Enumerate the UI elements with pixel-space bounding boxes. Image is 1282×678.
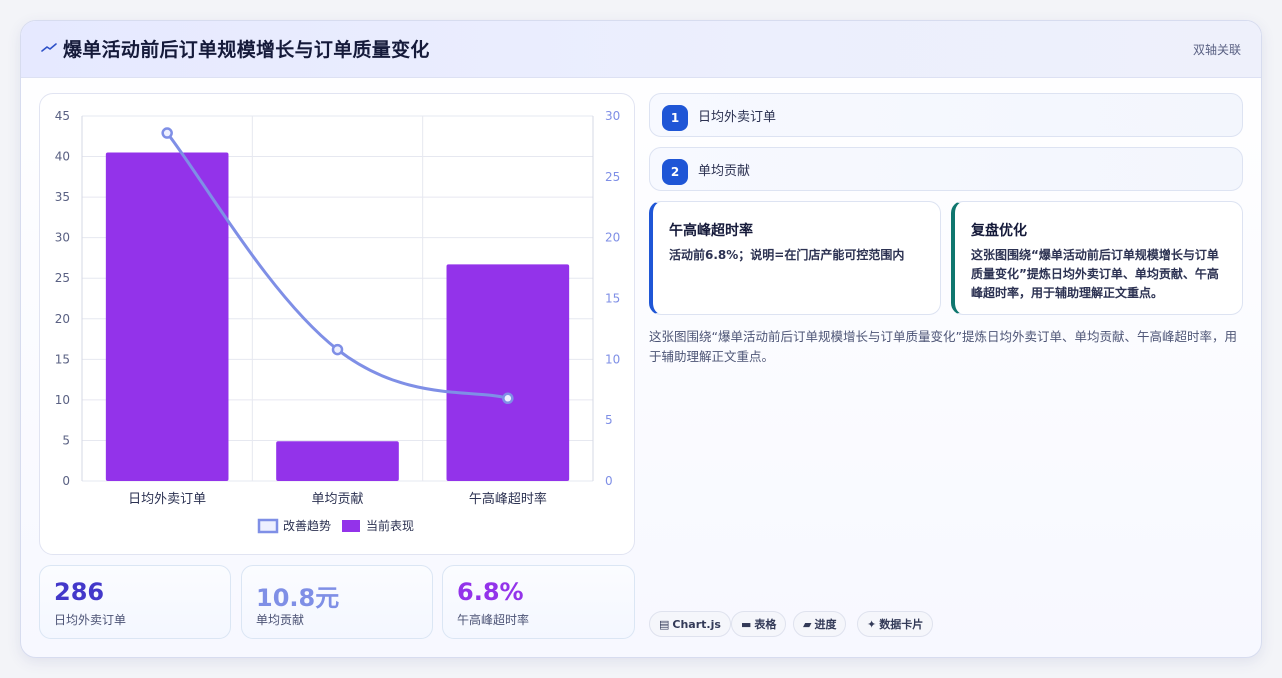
y-right-tick-label: 30 <box>605 109 620 123</box>
progress-icon: ▰ <box>803 618 812 631</box>
x-tick-label: 单均贡献 <box>311 492 363 507</box>
y-right-tick-label: 25 <box>605 170 620 184</box>
y-right-tick-label: 5 <box>605 413 613 427</box>
stat-card-orders: 286 日均外卖订单 <box>39 565 231 639</box>
info-card-timeout: 午高峰超时率 活动前6.8%；说明=在门店产能可控范围内 <box>649 201 941 315</box>
info-card-title: 午高峰超时率 <box>669 223 753 239</box>
chip-label: 数据卡片 <box>879 618 924 631</box>
y-left-tick-label: 30 <box>55 231 70 245</box>
info-card-title: 复盘优化 <box>971 223 1027 239</box>
sparkle-icon: ✦ <box>867 618 877 631</box>
trend-icon <box>41 43 57 52</box>
stat-label: 午高峰超时率 <box>457 613 530 627</box>
list-number-badge: 1 <box>662 105 688 131</box>
bar <box>105 152 229 481</box>
chart-type-tag: 双轴关联 <box>1192 43 1241 57</box>
legend-label: 当前表现 <box>366 518 414 533</box>
y-left-tick-label: 35 <box>55 190 70 204</box>
chart-description: 这张图围绕“爆单活动前后订单规模增长与订单质量变化”提炼日均外卖订单、单均贡献、… <box>649 329 1237 364</box>
chip-data-card[interactable]: ✦ 数据卡片 <box>857 611 934 637</box>
y-left-tick-label: 25 <box>55 271 70 285</box>
list-item: 2 单均贡献 <box>649 147 1243 191</box>
info-card-body: 活动前6.8%；说明=在门店产能可控范围内 <box>669 248 905 262</box>
bar <box>276 441 399 481</box>
chart-panel: 0 5 10 15 20 25 30 35 40 45 0 5 10 15 20 25 30 日均外卖订单 单均贡献… <box>39 93 635 555</box>
page-title: 爆单活动前后订单规模增长与订单质量变化 <box>63 39 430 61</box>
combo-chart: 0 5 10 15 20 25 30 35 40 45 0 5 10 15 20 25 30 日均外卖订单 单均贡献… <box>55 109 620 534</box>
table-icon: ▬ <box>741 618 752 631</box>
y-left-tick-label: 5 <box>62 433 70 447</box>
chip-chartjs[interactable]: ▤ Chart.js <box>649 611 731 637</box>
y-left-tick-label: 40 <box>55 150 70 164</box>
y-right-tick-label: 0 <box>605 474 613 488</box>
main-card: 爆单活动前后订单规模增长与订单质量变化 双轴关联 0 5 10 15 20 25 30 35 4… <box>20 20 1262 658</box>
stat-value: 6.8% <box>457 578 524 606</box>
stat-value: 286 <box>54 578 105 606</box>
trend-point <box>161 127 173 139</box>
legend-swatch-bar <box>342 520 360 532</box>
legend-label: 改善趋势 <box>283 518 331 533</box>
card-header: 爆单活动前后订单规模增长与订单质量变化 双轴关联 <box>21 21 1261 78</box>
stat-card-timeout: 6.8% 午高峰超时率 <box>442 565 635 639</box>
y-left-tick-label: 20 <box>55 312 70 326</box>
chip-label: 表格 <box>754 618 777 631</box>
y-right-tick-label: 10 <box>605 352 620 366</box>
list-item-label: 日均外卖订单 <box>698 110 777 125</box>
trend-point <box>331 343 344 356</box>
y-left-tick-label: 45 <box>55 109 70 123</box>
y-left-tick-label: 0 <box>62 474 70 488</box>
y-left-tick-label: 10 <box>55 393 70 407</box>
chip-label: 进度 <box>814 618 837 631</box>
stat-label: 单均贡献 <box>256 613 305 627</box>
chart-icon: ▤ <box>659 618 670 631</box>
trend-point <box>502 392 514 405</box>
legend-swatch-line <box>257 518 279 534</box>
chip-label: Chart.js <box>672 618 721 631</box>
stat-value: 10.8元 <box>256 584 340 612</box>
x-tick-label: 午高峰超时率 <box>469 491 547 507</box>
list-number-badge: 2 <box>662 159 688 185</box>
y-right-tick-label: 15 <box>605 292 620 306</box>
chip-table[interactable]: ▬ 表格 <box>731 611 787 637</box>
stat-label: 日均外卖订单 <box>54 613 127 627</box>
stat-card-contribution: 10.8元 单均贡献 <box>241 565 433 639</box>
list-item: 1 日均外卖订单 <box>649 93 1243 137</box>
list-item-label: 单均贡献 <box>698 164 751 179</box>
y-left-tick-label: 15 <box>55 352 70 366</box>
info-card-review: 复盘优化 这张图围绕“爆单活动前后订单规模增长与订单质量变化”提炼日均外卖订单、… <box>951 201 1243 315</box>
chip-progress[interactable]: ▰ 进度 <box>793 611 847 637</box>
x-tick-label: 日均外卖订单 <box>128 492 206 507</box>
info-card-body: 这张图围绕“爆单活动前后订单规模增长与订单质量变化”提炼日均外卖订单、单均贡献、… <box>971 248 1219 300</box>
bar <box>446 264 570 481</box>
y-right-tick-label: 20 <box>605 231 620 245</box>
